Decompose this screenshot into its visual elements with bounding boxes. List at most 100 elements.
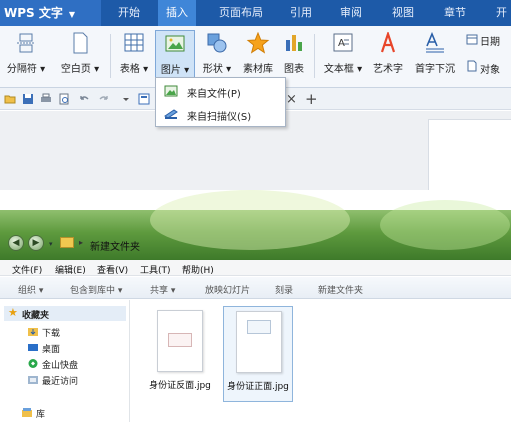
drop-cap-icon <box>426 32 444 53</box>
picture-dropdown-menu: 来自文件(P) 来自扫描仪(S) <box>155 77 286 127</box>
page-break-button[interactable]: 分隔符 ▾ <box>2 30 50 82</box>
drop-cap-button[interactable]: 首字下沉 <box>412 30 458 82</box>
print-preview-icon[interactable] <box>58 93 70 105</box>
wps-window: WPS 文字 ▼ 开始 插入 页面布局 引用 审阅 视图 章节 开 分隔符 ▾ 空… <box>0 0 511 190</box>
menu-item-from-file[interactable]: 来自文件(P) <box>157 80 284 102</box>
material-library-button[interactable]: 素材库 <box>238 30 278 82</box>
close-tab-icon[interactable]: × <box>286 92 297 107</box>
wps-app-menu-button[interactable]: WPS 文字 ▼ <box>0 0 101 26</box>
back-button[interactable]: ◀ <box>8 235 24 251</box>
chart-icon <box>286 35 302 51</box>
object-icon <box>467 60 477 72</box>
tab-chapter[interactable]: 章节 <box>436 0 474 26</box>
picture-label: 图片 ▾ <box>160 65 190 76</box>
menu-tools[interactable]: 工具(T) <box>140 263 171 276</box>
title-bar-decoration <box>380 200 510 250</box>
textbox-button[interactable]: A 文本框 ▾ <box>320 30 366 82</box>
new-tab-icon[interactable]: + <box>305 90 318 108</box>
image-thumbnail <box>236 311 282 373</box>
nav-item-label: 桌面 <box>42 345 61 355</box>
table-icon <box>124 33 144 52</box>
nav-item-label: 最近访问 <box>42 377 79 387</box>
nav-item-label: 下载 <box>42 329 61 339</box>
document-tab-icon <box>138 93 150 105</box>
file-item-selected[interactable]: 身份证正面.jpg <box>223 306 293 402</box>
save-icon[interactable] <box>22 93 34 105</box>
page-break-icon <box>17 33 35 53</box>
tab-home[interactable]: 开始 <box>110 0 148 26</box>
favorites-header[interactable]: ★ 收藏夹 <box>4 306 126 321</box>
organize-button[interactable]: 组织 ▾ <box>18 283 43 296</box>
ribbon-tab-bar: WPS 文字 ▼ 开始 插入 页面布局 引用 审阅 视图 章节 开 <box>0 0 511 26</box>
wordart-icon <box>380 32 396 53</box>
nav-item-label: 金山快盘 <box>42 361 79 371</box>
date-time-button[interactable]: 日期 对象 <box>460 30 511 82</box>
tab-more[interactable]: 开 <box>492 0 511 26</box>
title-bar-decoration <box>150 190 350 250</box>
tab-view[interactable]: 视图 <box>384 0 422 26</box>
textbox-label: 文本框 ▾ <box>323 64 363 75</box>
file-name: 身份证反面.jpg <box>149 381 211 391</box>
shape-label: 形状 ▾ <box>202 64 232 75</box>
image-thumbnail <box>157 310 203 372</box>
burn-button[interactable]: 刻录 <box>275 283 293 296</box>
app-name: WPS 文字 <box>4 6 63 20</box>
shape-icon <box>207 33 227 53</box>
print-icon[interactable] <box>40 93 52 105</box>
file-name: 身份证正面.jpg <box>227 382 289 392</box>
menu-view[interactable]: 查看(V) <box>97 263 128 276</box>
downloads-folder-icon <box>28 328 38 336</box>
svg-text:A: A <box>338 38 345 49</box>
share-button[interactable]: 共享 ▾ <box>150 283 175 296</box>
menu-help[interactable]: 帮助(H) <box>182 263 214 276</box>
blank-page-icon <box>73 32 88 54</box>
folder-icon <box>60 237 74 248</box>
table-button[interactable]: 表格 ▾ <box>116 30 152 82</box>
tab-references[interactable]: 引用 <box>282 0 320 26</box>
forward-button[interactable]: ▶ <box>28 235 44 251</box>
menu-item-from-scanner[interactable]: 来自扫描仪(S) <box>157 103 284 125</box>
star-icon: ★ <box>8 306 18 319</box>
address-path[interactable]: 新建文件夹 <box>90 238 140 253</box>
breadcrumb-separator-icon: ▸ <box>79 238 84 247</box>
open-folder-icon[interactable] <box>4 93 16 105</box>
ribbon-divider <box>110 34 111 78</box>
star-icon <box>246 32 270 54</box>
chart-button[interactable]: 图表 <box>280 30 308 82</box>
desktop-icon <box>28 344 38 351</box>
file-item[interactable]: 身份证反面.jpg <box>145 306 215 402</box>
shape-button[interactable]: 形状 ▾ <box>197 30 237 82</box>
include-in-library-button[interactable]: 包含到库中 ▾ <box>70 283 122 296</box>
blank-page-label: 空白页 ▾ <box>60 64 100 75</box>
picture-icon <box>165 35 185 52</box>
menu-item-from-scanner-label: 来自扫描仪(S) <box>187 112 252 123</box>
favorites-label: 收藏夹 <box>22 311 50 321</box>
tab-insert[interactable]: 插入 <box>158 0 196 26</box>
new-folder-button[interactable]: 新建文件夹 <box>318 283 363 296</box>
picture-button[interactable]: 图片 ▾ <box>155 30 195 82</box>
id-card-back-thumbnail <box>168 333 192 347</box>
menu-edit[interactable]: 编辑(E) <box>55 263 86 276</box>
picture-file-icon <box>164 85 178 97</box>
tab-page-layout[interactable]: 页面布局 <box>212 0 270 26</box>
object-label: 对象 <box>480 65 500 76</box>
menu-file[interactable]: 文件(F) <box>12 263 42 276</box>
menu-bar: 文件(F) 编辑(E) 查看(V) 工具(T) 帮助(H) <box>0 260 511 276</box>
redo-icon[interactable] <box>98 93 110 105</box>
chevron-down-icon[interactable] <box>120 93 132 105</box>
chevron-down-icon: ▼ <box>68 10 76 19</box>
wordart-label: 艺术字 <box>373 64 403 75</box>
document-page[interactable] <box>428 119 511 190</box>
ribbon-divider <box>314 34 315 78</box>
recent-pages-icon[interactable]: ▾ <box>49 240 53 248</box>
calendar-icon <box>466 34 478 45</box>
menu-item-from-file-label: 来自文件(P) <box>187 89 241 100</box>
blank-page-button[interactable]: 空白页 ▾ <box>56 30 104 82</box>
wordart-button[interactable]: 艺术字 <box>370 30 406 82</box>
undo-icon[interactable] <box>78 93 90 105</box>
slideshow-button[interactable]: 放映幻灯片 <box>205 283 250 296</box>
tab-review[interactable]: 审阅 <box>332 0 370 26</box>
navigation-pane: ★ 收藏夹 下载 桌面 金山快盘 最近访问 库 <box>0 300 130 422</box>
nav-item-label: 库 <box>36 410 46 420</box>
explorer-title-bar: ◀ ▶ ▾ ▸ 新建文件夹 <box>0 190 511 260</box>
